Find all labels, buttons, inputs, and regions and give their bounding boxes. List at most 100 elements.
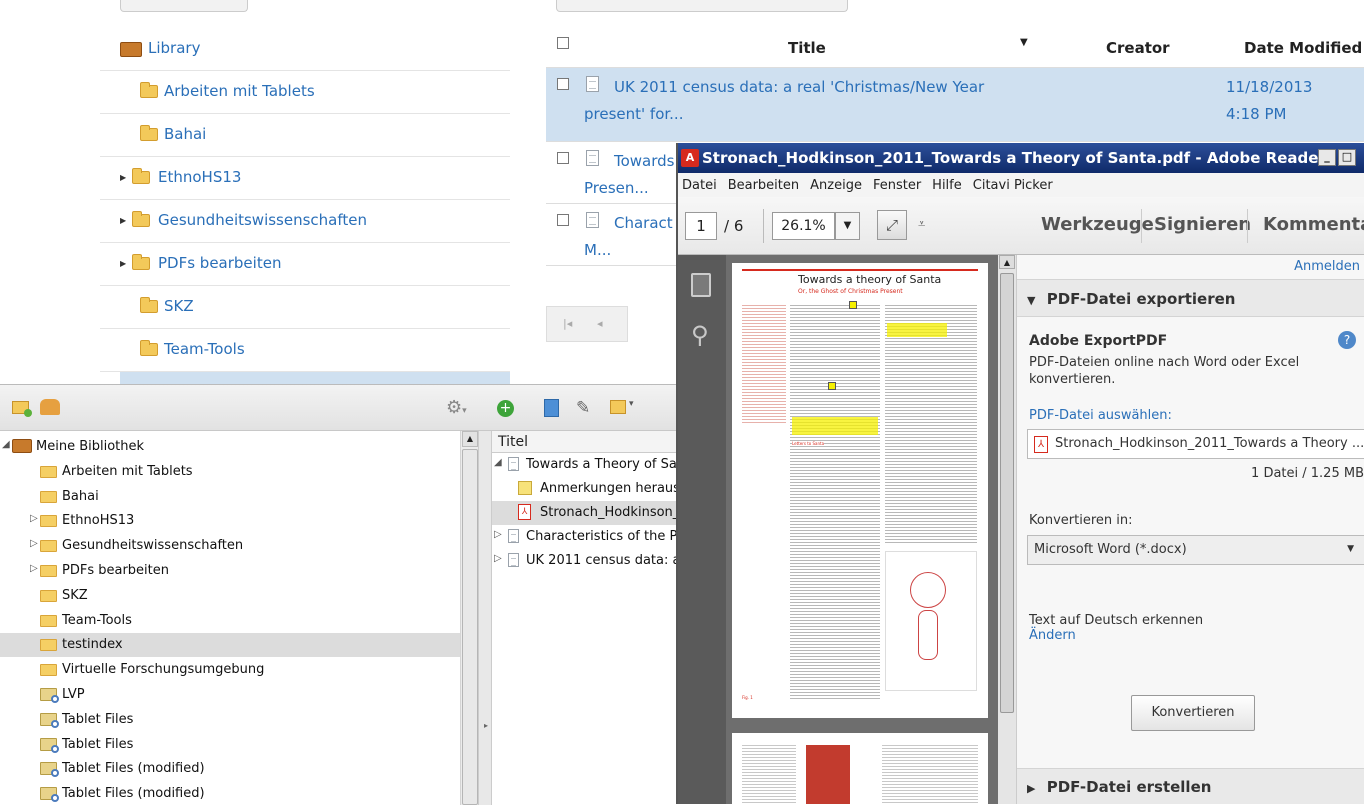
column-date-modified[interactable]: Date Modified — [1244, 39, 1362, 57]
desktop-tree-item[interactable]: LVP — [0, 683, 460, 707]
reader-toolbar: 1 / 6 26.1% ▼ ⤢ ⩡ Werkzeuge Signieren Ko… — [678, 197, 1364, 255]
column-title[interactable]: Title — [788, 39, 826, 57]
tree-scrollbar[interactable]: ▲ — [460, 431, 478, 805]
desktop-tree-item[interactable]: Tablet Files (modified) — [0, 782, 460, 805]
zoom-input[interactable]: 26.1% — [772, 212, 835, 240]
page-number-input[interactable]: 1 — [685, 212, 717, 240]
collapse-arrow-icon: ▼ — [1027, 294, 1036, 307]
new-item-icon[interactable]: + — [497, 400, 514, 417]
page-thumbnails-icon[interactable] — [691, 273, 711, 297]
web-tree-item[interactable]: Arbeiten mit Tablets — [100, 71, 510, 114]
attachment-icon[interactable] — [610, 400, 626, 414]
menu-item-bearbeiten[interactable]: Bearbeiten — [728, 178, 799, 193]
zoom-dropdown-button[interactable]: ▼ — [835, 212, 860, 240]
menu-item-anzeige[interactable]: Anzeige — [810, 178, 862, 193]
expand-arrow-icon[interactable]: ▷ — [30, 538, 38, 549]
new-group-icon[interactable] — [40, 399, 60, 415]
fit-window-button[interactable]: ⤢ — [877, 210, 907, 240]
new-collection-icon[interactable] — [12, 401, 32, 417]
desktop-tree-item[interactable]: ▷ PDFs bearbeiten — [0, 559, 460, 583]
desktop-tree-item[interactable]: ◢ Meine Bibliothek — [0, 435, 460, 459]
desktop-tree-item[interactable]: ▷ EthnoHS13 — [0, 509, 460, 533]
desktop-tree-item[interactable]: ▷ Gesundheitswissenschaften — [0, 534, 460, 558]
export-pdf-section-header[interactable]: ▼ PDF-Datei exportieren — [1017, 279, 1364, 317]
annotation-note-icon-2[interactable] — [828, 382, 836, 390]
first-page-button[interactable]: |◂ — [563, 317, 572, 330]
attachment-dropdown-icon[interactable]: ▾ — [629, 399, 634, 409]
minimize-button[interactable]: _ — [1318, 149, 1336, 166]
desktop-item-row[interactable]: Anmerkungen herausko — [492, 477, 680, 501]
desktop-tree-item[interactable]: Tablet Files — [0, 708, 460, 732]
scroll-up-arrow[interactable]: ▲ — [462, 431, 478, 447]
menu-item-hilfe[interactable]: Hilfe — [932, 178, 962, 193]
expand-arrow-icon[interactable]: ◢ — [494, 457, 502, 468]
desktop-item-row[interactable]: ◢ Towards a Theory of San — [492, 453, 680, 477]
desktop-tree-item[interactable]: Tablet Files — [0, 733, 460, 757]
expand-arrow-icon[interactable]: ◢ — [2, 439, 10, 450]
create-pdf-section-header[interactable]: ▶ PDF-Datei erstellen — [1017, 768, 1364, 804]
doc-scroll-thumb[interactable] — [1000, 273, 1014, 713]
desktop-tree-item[interactable]: Tablet Files (modified) — [0, 757, 460, 781]
web-tree-item[interactable]: Library — [100, 28, 510, 71]
web-tree-item[interactable]: Bahai — [100, 114, 510, 157]
actions-gear-icon[interactable]: ⚙▾ — [446, 397, 467, 418]
column-creator[interactable]: Creator — [1106, 39, 1170, 57]
sort-icon[interactable]: ▼ — [1020, 37, 1028, 48]
web-table-row[interactable]: UK 2011 census data: a real 'Christmas/N… — [546, 68, 1364, 142]
help-icon[interactable]: ? — [1338, 331, 1356, 349]
row-checkbox[interactable] — [557, 78, 569, 90]
expand-arrow-icon[interactable]: ▶ — [120, 259, 126, 268]
expand-arrow-icon[interactable]: ▷ — [494, 529, 502, 540]
pdf-figure-caption: Fig. 1 — [742, 695, 753, 700]
expand-arrow-icon[interactable]: ▶ — [120, 173, 126, 182]
web-tree-item[interactable]: Team-Tools — [100, 329, 510, 372]
row-checkbox[interactable] — [557, 152, 569, 164]
web-tree-item[interactable]: ▶ PDFs bearbeiten — [100, 243, 510, 286]
scroll-thumb[interactable] — [462, 449, 478, 805]
desktop-items-list: Titel ◢ Towards a Theory of San Anmerkunge… — [492, 431, 680, 805]
web-tree-item[interactable]: SKZ — [100, 286, 510, 329]
desktop-tree-item[interactable]: Virtuelle Forschungsumgebung — [0, 658, 460, 682]
expand-arrow-icon[interactable]: ▷ — [30, 513, 38, 524]
attachments-paperclip-icon[interactable]: ⚲ — [691, 321, 709, 349]
desktop-tree-item[interactable]: Team-Tools — [0, 609, 460, 633]
comment-button[interactable]: Kommentar — [1263, 214, 1364, 235]
new-note-icon[interactable]: ✎ — [576, 398, 590, 418]
pane-splitter[interactable]: ▸ — [478, 431, 492, 805]
desktop-tree-item[interactable]: testindex — [0, 633, 460, 658]
sign-button[interactable]: Signieren — [1154, 214, 1251, 235]
add-item-by-id-icon[interactable] — [544, 399, 559, 417]
doc-scrollbar[interactable]: ▲ — [998, 255, 1016, 804]
select-all-checkbox[interactable] — [557, 37, 569, 49]
desktop-tree-item[interactable]: Bahai — [0, 485, 460, 509]
expand-arrow-icon[interactable]: ▶ — [120, 216, 126, 225]
sign-in-link[interactable]: Anmelden — [1294, 259, 1360, 274]
desktop-tree-item[interactable]: SKZ — [0, 584, 460, 608]
web-tree-item[interactable]: ▶ EthnoHS13 — [100, 157, 510, 200]
row-checkbox[interactable] — [557, 214, 569, 226]
toolbar-overflow-icon[interactable]: ⩡ — [918, 217, 925, 232]
ocr-change-link[interactable]: Ändern — [1029, 628, 1076, 643]
items-column-header[interactable]: Titel — [492, 431, 680, 453]
desktop-item-row[interactable]: ⅄ Stronach_Hodkinson_2 — [492, 501, 680, 525]
tools-panel: Anmelden ▼ PDF-Datei exportieren Adobe E… — [1016, 255, 1364, 804]
convert-button[interactable]: Konvertieren — [1131, 695, 1255, 731]
convert-format-select[interactable]: Microsoft Word (*.docx) ▼ — [1027, 535, 1364, 565]
selected-file-box[interactable]: ⅄ Stronach_Hodkinson_2011_Towards a Theo… — [1027, 429, 1364, 459]
expand-arrow-icon[interactable]: ▷ — [30, 563, 38, 574]
tools-button[interactable]: Werkzeuge — [1041, 214, 1154, 235]
menu-item-citavi-picker[interactable]: Citavi Picker — [973, 178, 1053, 193]
expand-arrow-icon[interactable]: ▷ — [494, 553, 502, 564]
doc-scroll-up-arrow[interactable]: ▲ — [999, 255, 1015, 269]
annotation-note-icon[interactable] — [849, 301, 857, 309]
pdf-section-heading: Letters to Santa — [792, 441, 825, 446]
folder-icon — [140, 340, 158, 356]
desktop-item-row[interactable]: ▷ Characteristics of the Pet — [492, 525, 680, 549]
menu-item-fenster[interactable]: Fenster — [873, 178, 921, 193]
web-tree-item[interactable]: ▶ Gesundheitswissenschaften — [100, 200, 510, 243]
prev-page-button[interactable]: ◂ — [597, 317, 603, 330]
maximize-button[interactable]: □ — [1338, 149, 1356, 166]
desktop-tree-item[interactable]: Arbeiten mit Tablets — [0, 460, 460, 484]
desktop-item-row[interactable]: ▷ UK 2011 census data: a r — [492, 549, 680, 573]
menu-item-datei[interactable]: Datei — [682, 178, 717, 193]
